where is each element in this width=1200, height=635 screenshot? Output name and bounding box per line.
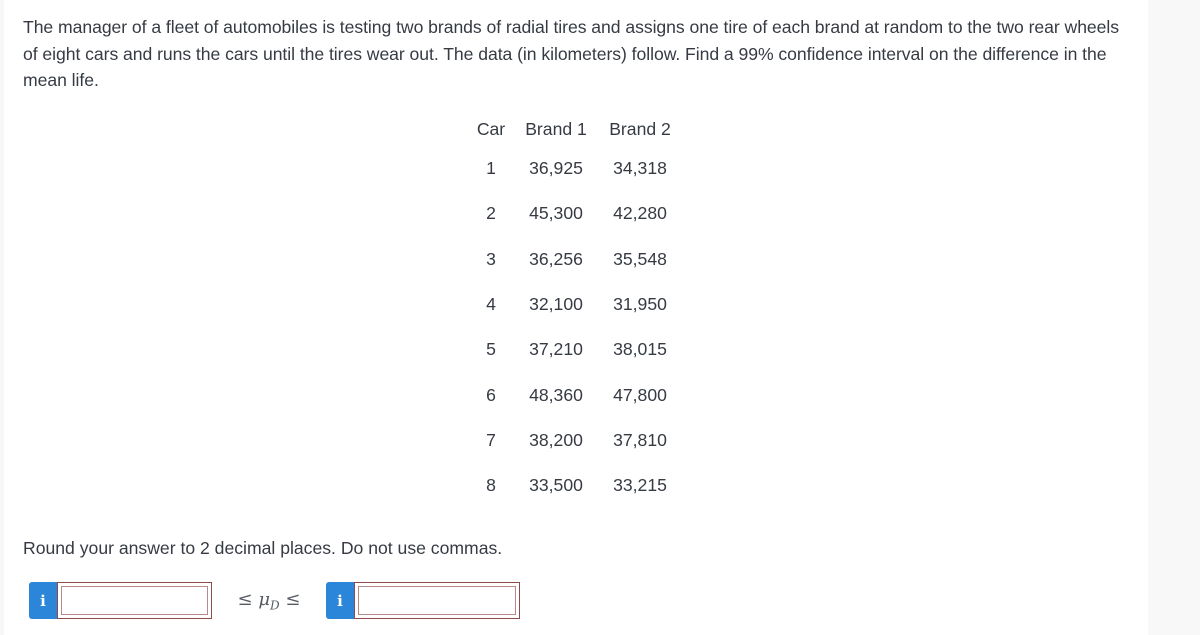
table-header-row: Car Brand 1 Brand 2 [468,112,682,146]
less-equal-right: ≤ [279,588,301,610]
car-cell: 2 [486,203,496,224]
brand-2-cell: 47,800 [613,384,667,405]
brand-1-cell: 37,210 [529,339,583,360]
car-cell: 5 [486,339,496,360]
info-icon-upper[interactable]: i [326,582,354,619]
table-row: 6 48,360 47,800 [468,372,682,417]
table-row: 2 45,300 42,280 [468,191,682,236]
brand-2-cell: 33,215 [613,475,667,496]
confidence-interval-answer: i ≤ μD ≤ i [29,582,520,619]
car-cell: 6 [486,384,496,405]
brand-2-cell: 31,950 [613,294,667,315]
mu-subscript: D [270,598,280,613]
car-cell: 4 [486,294,496,315]
car-cell: 7 [486,429,496,450]
table-row: 1 36,925 34,318 [468,146,682,191]
table-row: 3 36,256 35,548 [468,237,682,282]
lower-bound-input[interactable] [57,582,212,619]
brand-2-cell: 42,280 [613,203,667,224]
car-cell: 3 [486,248,496,269]
info-icon-lower[interactable]: i [29,582,57,619]
brand-2-cell: 35,548 [613,248,667,269]
table-row: 8 33,500 33,215 [468,463,682,508]
header-brand-2: Brand 2 [609,118,671,139]
brand-1-cell: 38,200 [529,429,583,450]
brand-1-cell: 48,360 [529,384,583,405]
mu-d-relation: ≤ μD ≤ [212,589,326,613]
tire-data-table: Car Brand 1 Brand 2 1 36,925 34,318 2 45… [468,112,682,508]
page-left-edge [0,0,4,635]
brand-1-cell: 45,300 [529,203,583,224]
upper-bound-input[interactable] [354,582,520,619]
table-row: 4 32,100 31,950 [468,282,682,327]
brand-2-cell: 38,015 [613,339,667,360]
page-right-gutter [1148,0,1200,635]
brand-2-cell: 34,318 [613,158,667,179]
car-cell: 1 [486,158,496,179]
mu-symbol: μ [258,588,271,610]
brand-1-cell: 36,925 [529,158,583,179]
table-row: 5 37,210 38,015 [468,327,682,372]
less-equal-left: ≤ [237,588,259,610]
header-car: Car [476,118,506,139]
problem-statement: The manager of a fleet of automobiles is… [23,17,1120,90]
header-brand-1: Brand 1 [525,118,587,139]
brand-1-cell: 36,256 [529,248,583,269]
car-cell: 8 [486,475,496,496]
brand-1-cell: 33,500 [529,475,583,496]
brand-2-cell: 37,810 [613,429,667,450]
brand-1-cell: 32,100 [529,294,583,315]
table-row: 7 38,200 37,810 [468,418,682,463]
rounding-instruction: Round your answer to 2 decimal places. D… [23,538,503,558]
